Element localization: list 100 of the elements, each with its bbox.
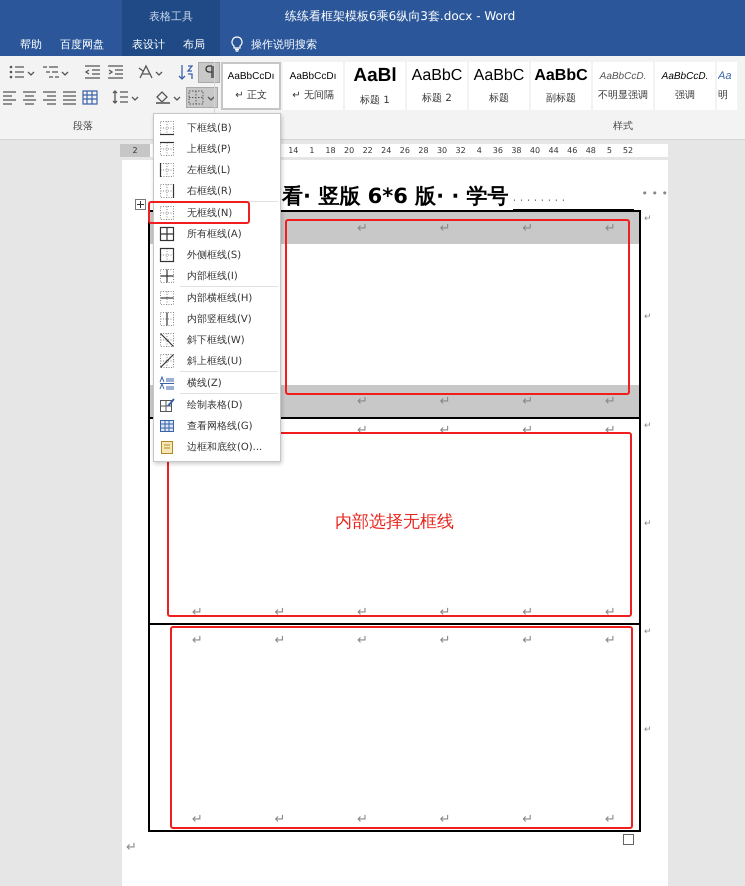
paragraph-mark: ↵ [274,634,286,646]
paragraph-mark: ↵ [440,424,451,436]
group-label: 段落 [73,120,93,133]
border-option-icon [159,204,175,220]
paragraph-mark: ↵ [440,394,451,408]
paragraph-mark: ↵ [274,812,286,826]
increase-indent-icon [107,64,124,80]
distributed-icon [82,89,98,105]
borders-icon [188,89,216,105]
border-option-icon [159,246,175,262]
paragraph-mark: ↵ [440,812,451,826]
paragraph-mark: ↵ [522,634,534,646]
border-option-icon [159,290,175,306]
menu-item[interactable]: 左框线(L) [154,159,280,180]
gridlines-icon [159,418,175,434]
style-gallery-item[interactable]: AaBbC 副标题 [531,62,591,110]
borders-button[interactable] [186,86,218,108]
ribbon-tab[interactable]: 表设计 [124,34,173,54]
paragraph-mark: ↵ [604,606,616,618]
border-option-icon [159,332,175,348]
border-option-icon [159,182,175,198]
paragraph-mark: ↵ [604,424,616,436]
paragraph-mark: ↵ [644,519,652,529]
menu-item[interactable]: 外侧框线(S) [154,244,280,265]
draw-table-icon [159,396,175,412]
paragraph-mark: ↵ [357,634,368,646]
character-scaling-icon [138,64,164,80]
border-option-icon [159,352,175,368]
align-left-icon [2,89,16,105]
paragraph-mark: ↵ [357,222,368,234]
border-option-icon [159,268,175,284]
style-gallery-item[interactable]: AaBbCcD. 强调 [655,62,715,110]
paragraph-mark: ↵ [644,421,652,431]
menu-item[interactable]: 斜上框线(U) [154,350,280,371]
annotation-text: 内部选择无框线 [335,510,454,532]
border-option-icon [159,226,175,242]
menu-item[interactable]: 绘制表格(D) [154,394,280,415]
ribbon-tab[interactable]: 百度网盘 [52,34,112,54]
style-gallery-item[interactable]: AaBbCcD. 不明显强调 [593,62,653,110]
style-gallery-item[interactable]: AaBbCcDı ↵ 无间隔 [283,62,343,110]
menu-item[interactable]: 内部横框线(H) [154,287,280,308]
style-gallery-item[interactable]: AaBbCcDı ↵ 正文 [221,62,281,110]
paragraph-mark: ↵ [440,606,451,618]
paragraph-mark: ↵ [644,312,652,322]
paragraph-mark: ↵ [604,222,616,234]
line-spacing-icon [112,89,140,105]
align-right-icon [42,89,56,105]
menu-item[interactable]: 内部框线(I) [154,265,280,286]
paragraph-mark: ↵ [440,222,451,234]
lightbulb-icon [230,36,244,52]
paragraph-mark: ↵ [440,634,451,646]
menu-item[interactable]: 斜下框线(W) [154,329,280,350]
menu-item[interactable]: 查看网格线(G) [154,415,280,436]
paragraph-mark: ↵ [357,424,368,436]
style-gallery-item[interactable]: AaBbC 标题 2 [407,62,467,110]
border-option-icon [159,310,175,326]
menu-item[interactable]: 无框线(N) [154,202,280,223]
decrease-indent-icon [84,64,101,80]
menu-item[interactable]: 边框和底纹(O)... [154,436,280,457]
formatting-marks: • • • [642,186,668,200]
formatting-marks-button[interactable] [198,62,220,82]
shading-icon [154,89,182,105]
paragraph-mark: ↵ [644,725,652,735]
paragraph-mark: ↵ [357,606,368,618]
multilevel-list-icon [42,64,70,80]
paragraph-mark: ↵ [274,606,286,618]
paragraph-mark: ↵ [192,634,203,646]
paragraph-mark: ↵ [644,627,652,637]
table-move-handle-icon[interactable] [135,199,146,210]
menu-item[interactable]: 内部竖框线(V) [154,308,280,329]
context-tab-label: 表格工具 [149,8,193,24]
menu-item[interactable]: 所有框线(A) [154,223,280,244]
paragraph-mark: ↵ [522,394,534,408]
border-option-icon [159,140,175,156]
style-gallery-item[interactable]: AaBbC 标题 [469,62,529,110]
paragraph-mark: ↵ [604,634,616,646]
borders-shading-icon [159,438,175,454]
bullet-list-icon [8,64,36,80]
group-label: 样式 [613,120,633,133]
menu-item[interactable]: 横线(Z) [154,372,280,393]
paragraph-mark: ↵ [604,812,616,826]
menu-item[interactable]: 右框线(R) [154,180,280,201]
style-gallery-item[interactable]: AaBl 标题 1 [345,62,405,110]
search-box[interactable]: 操作说明搜索 [220,36,317,52]
menu-item[interactable]: 下框线(B) [154,117,280,138]
paragraph-mark: ↵ [192,812,203,826]
ribbon-tab[interactable]: 帮助 [12,34,50,54]
paragraph-mark: ↵ [522,222,534,234]
sort-icon [178,64,194,80]
paragraph-mark: ↵ [357,812,368,826]
paragraph-mark: ↵ [522,424,534,436]
table-resize-handle[interactable] [623,834,634,845]
paragraph-mark: ↵ [644,214,652,224]
paragraph-mark: ↵ [357,394,368,408]
paragraph-mark: ↵ [126,840,137,855]
paragraph-mark: ↵ [522,812,534,826]
horizontal-line-icon [159,374,175,390]
border-option-icon [159,162,175,178]
paragraph-mark: ↵ [192,606,203,618]
ribbon-tab[interactable]: 布局 [175,34,213,54]
